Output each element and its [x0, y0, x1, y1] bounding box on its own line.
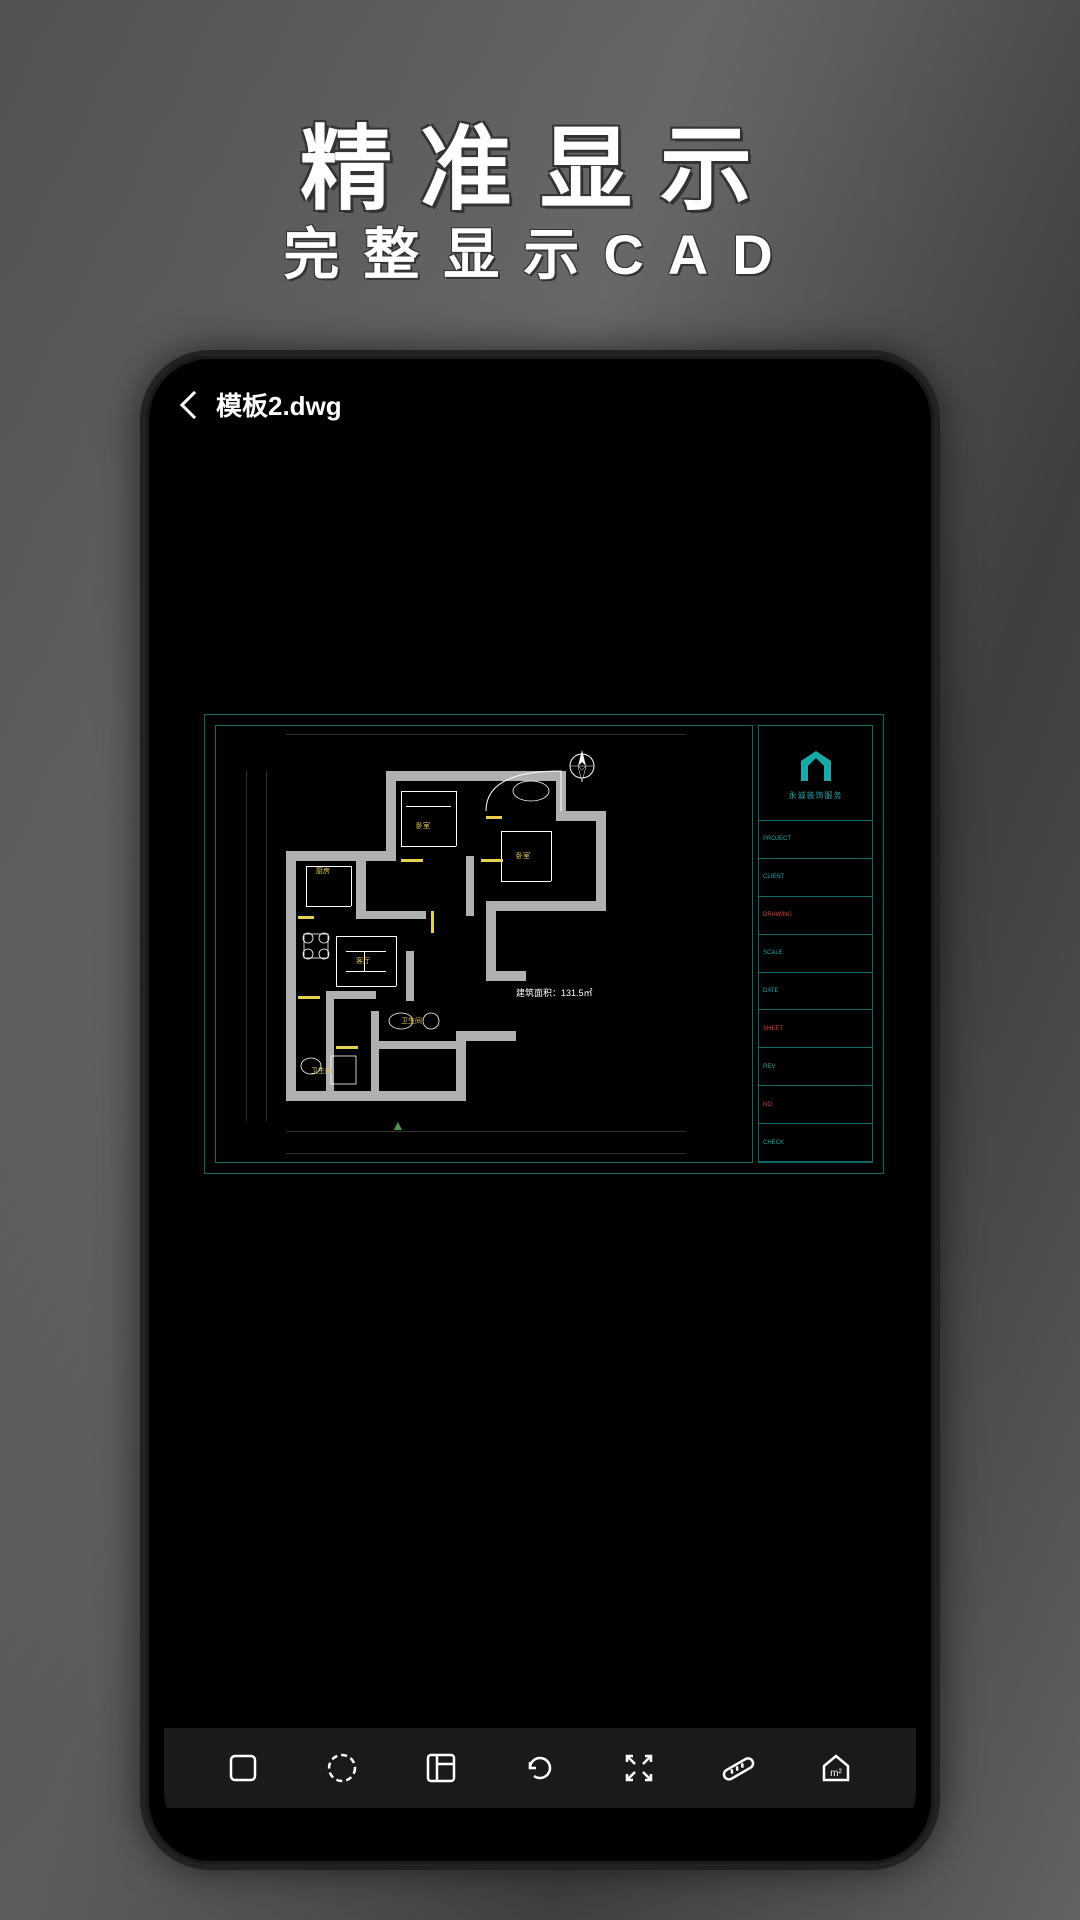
- dimension-line: [286, 1131, 686, 1132]
- view-button[interactable]: [317, 1743, 367, 1793]
- reset-button[interactable]: [515, 1743, 565, 1793]
- measure-button[interactable]: [713, 1743, 763, 1793]
- dimension-line: [266, 771, 267, 1121]
- file-name-label: 模板2.dwg: [216, 386, 342, 423]
- layers-button[interactable]: [218, 1743, 268, 1793]
- phone-mockup: 模板2.dwg: [140, 350, 940, 1870]
- phone-screen: 模板2.dwg: [164, 374, 916, 1846]
- floor-plan: 厨房 卧室 卧室 客厅 卫生间 卫生间 ▲: [286, 771, 686, 1121]
- title-block-row: CLIENT: [759, 859, 872, 897]
- bottom-toolbar: m²: [164, 1728, 916, 1808]
- title-block-row: CHECK: [759, 1124, 872, 1162]
- title-block-row: REV: [759, 1048, 872, 1086]
- entry-arrow-icon: ▲: [391, 1117, 405, 1133]
- title-block: 永诚装饰服务 PROJECT CLIENT DRAWING SCALE DATE…: [758, 725, 873, 1163]
- dimension-line: [286, 734, 686, 735]
- balcony-curve: [481, 766, 571, 816]
- room-label: 客厅: [356, 956, 370, 966]
- title-block-row: PROJECT: [759, 821, 872, 859]
- layout-button[interactable]: [416, 1743, 466, 1793]
- title-block-row: SCALE: [759, 935, 872, 973]
- title-block-row: NO: [759, 1086, 872, 1124]
- title-block-row: SHEET: [759, 1010, 872, 1048]
- room-label: 卧室: [416, 821, 430, 831]
- brand-logo: 永诚装饰服务: [759, 726, 872, 821]
- dimension-line: [246, 771, 247, 1121]
- room-label: 卫生间: [401, 1016, 422, 1026]
- brand-name: 永诚装饰服务: [789, 790, 843, 801]
- promo-headline: 精准显示: [0, 95, 1080, 228]
- title-block-row: DRAWING: [759, 897, 872, 935]
- area-label: 建筑面积：131.5㎡: [516, 986, 593, 999]
- fullscreen-button[interactable]: [614, 1743, 664, 1793]
- cad-drawing-frame: 厨房 卧室 卧室 客厅 卫生间 卫生间 ▲ 建筑面积：131.5㎡: [215, 725, 753, 1163]
- app-header: 模板2.dwg: [184, 386, 342, 423]
- home-button[interactable]: m²: [811, 1743, 861, 1793]
- back-arrow-icon[interactable]: [180, 390, 208, 418]
- svg-text:m²: m²: [831, 1768, 843, 1779]
- title-block-row: DATE: [759, 973, 872, 1011]
- cad-viewport[interactable]: 厨房 卧室 卧室 客厅 卫生间 卫生间 ▲ 建筑面积：131.5㎡: [204, 714, 884, 1174]
- room-label: 卫生间: [311, 1066, 332, 1076]
- room-label: 厨房: [316, 866, 330, 876]
- room-label: 卧室: [516, 851, 530, 861]
- dimension-line: [286, 1153, 686, 1154]
- promo-subheadline: 完整显示CAD: [0, 210, 1080, 291]
